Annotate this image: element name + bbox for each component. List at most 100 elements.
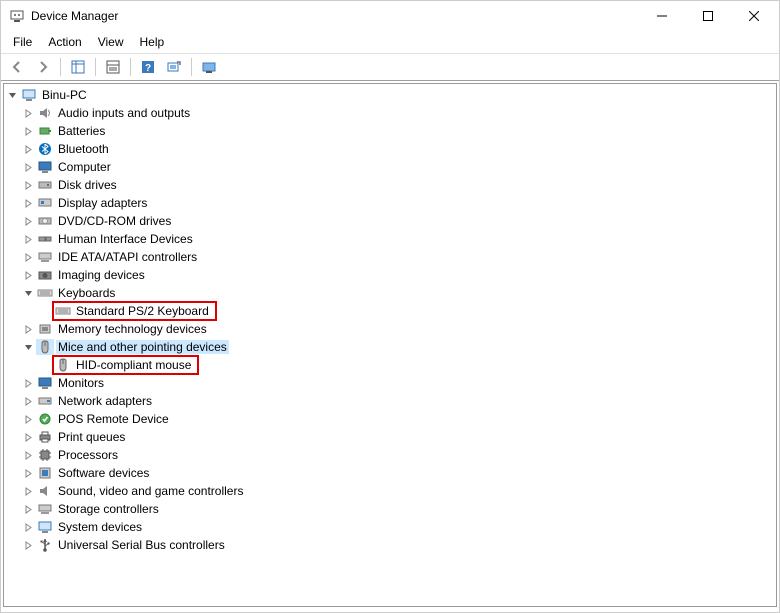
node-label: Disk drives [56,178,119,192]
tree-node-computer[interactable]: Computer [4,158,776,176]
node-label: Processors [56,448,120,462]
display-adapter-icon [36,195,54,211]
tree-node-imaging[interactable]: Imaging devices [4,266,776,284]
tree-node-mice[interactable]: Mice and other pointing devices [4,338,776,356]
expand-icon[interactable] [20,212,36,230]
expand-icon[interactable] [20,248,36,266]
expand-icon[interactable] [20,122,36,140]
toolbar-separator [191,58,192,76]
node-label: Imaging devices [56,268,147,282]
menu-view[interactable]: View [90,33,132,51]
node-label: Keyboards [56,286,117,300]
expand-icon[interactable] [20,392,36,410]
node-label: Binu-PC [40,88,89,102]
tree-node-processors[interactable]: Processors [4,446,776,464]
expand-icon[interactable] [20,536,36,554]
device-tree[interactable]: Binu-PC Audio inputs and outputs Batteri… [3,83,777,607]
bluetooth-icon [36,141,54,157]
node-label: Print queues [56,430,127,444]
node-label: Display adapters [56,196,149,210]
expand-icon[interactable] [20,158,36,176]
scan-button[interactable] [162,56,186,78]
menu-action[interactable]: Action [40,33,89,51]
tree-node-dvd[interactable]: DVD/CD-ROM drives [4,212,776,230]
expand-icon[interactable] [20,140,36,158]
properties-button[interactable] [101,56,125,78]
node-label: Software devices [56,466,151,480]
expand-icon[interactable] [20,446,36,464]
help-button[interactable]: ? [136,56,160,78]
tree-root[interactable]: Binu-PC [4,86,776,104]
tree-node-hid[interactable]: Human Interface Devices [4,230,776,248]
tree-node-hid-mouse[interactable]: HID-compliant mouse [4,356,776,374]
camera-icon [36,267,54,283]
expand-icon[interactable] [20,194,36,212]
tree-node-sound[interactable]: Sound, video and game controllers [4,482,776,500]
node-label: DVD/CD-ROM drives [56,214,173,228]
collapse-icon[interactable] [20,284,36,302]
menu-file[interactable]: File [5,33,40,51]
tree-node-ide[interactable]: IDE ATA/ATAPI controllers [4,248,776,266]
tree-node-batteries[interactable]: Batteries [4,122,776,140]
tree-node-storage[interactable]: Storage controllers [4,500,776,518]
tree-node-monitors[interactable]: Monitors [4,374,776,392]
expand-icon[interactable] [20,176,36,194]
tree-node-bluetooth[interactable]: Bluetooth [4,140,776,158]
show-hidden-button[interactable] [197,56,221,78]
tree-node-system[interactable]: System devices [4,518,776,536]
node-label: Sound, video and game controllers [56,484,245,498]
forward-button[interactable] [31,56,55,78]
toolbar: ? [1,53,779,81]
show-hide-tree-button[interactable] [66,56,90,78]
node-label: Bluetooth [56,142,111,156]
titlebar: Device Manager [1,1,779,31]
node-label: Monitors [56,376,106,390]
menu-help[interactable]: Help [132,33,173,51]
window-controls [639,1,777,31]
node-label: Computer [56,160,113,174]
menubar: File Action View Help [1,31,779,53]
expand-icon[interactable] [20,482,36,500]
maximize-button[interactable] [685,1,731,31]
expand-icon[interactable] [20,104,36,122]
node-label: Storage controllers [56,502,161,516]
expand-icon[interactable] [20,230,36,248]
tree-node-audio[interactable]: Audio inputs and outputs [4,104,776,122]
tree-node-software[interactable]: Software devices [4,464,776,482]
ide-icon [36,249,54,265]
tree-node-print[interactable]: Print queues [4,428,776,446]
node-label: IDE ATA/ATAPI controllers [56,250,199,264]
node-label: System devices [56,520,144,534]
tree-node-kb-ps2[interactable]: Standard PS/2 Keyboard [4,302,776,320]
tree-node-pos[interactable]: POS Remote Device [4,410,776,428]
collapse-icon[interactable] [4,86,20,104]
node-label: Standard PS/2 Keyboard [74,304,211,318]
node-label: Universal Serial Bus controllers [56,538,227,552]
expand-icon[interactable] [20,518,36,536]
window-title: Device Manager [31,9,639,23]
expand-icon[interactable] [20,410,36,428]
minimize-button[interactable] [639,1,685,31]
tree-node-keyboards[interactable]: Keyboards [4,284,776,302]
collapse-icon[interactable] [20,338,36,356]
sound-icon [36,483,54,499]
keyboard-icon [36,285,54,301]
usb-icon [36,537,54,553]
monitor-icon [36,159,54,175]
tree-node-network[interactable]: Network adapters [4,392,776,410]
app-icon [9,8,25,24]
tree-node-memtech[interactable]: Memory technology devices [4,320,776,338]
close-button[interactable] [731,1,777,31]
expand-icon[interactable] [20,428,36,446]
tree-node-display[interactable]: Display adapters [4,194,776,212]
expand-icon[interactable] [20,500,36,518]
computer-icon [20,87,38,103]
expand-icon[interactable] [20,266,36,284]
expand-icon[interactable] [20,320,36,338]
tree-node-disk[interactable]: Disk drives [4,176,776,194]
expand-icon[interactable] [20,464,36,482]
expand-icon[interactable] [20,374,36,392]
back-button[interactable] [5,56,29,78]
tree-node-usb[interactable]: Universal Serial Bus controllers [4,536,776,554]
highlight-box: Standard PS/2 Keyboard [52,301,217,321]
